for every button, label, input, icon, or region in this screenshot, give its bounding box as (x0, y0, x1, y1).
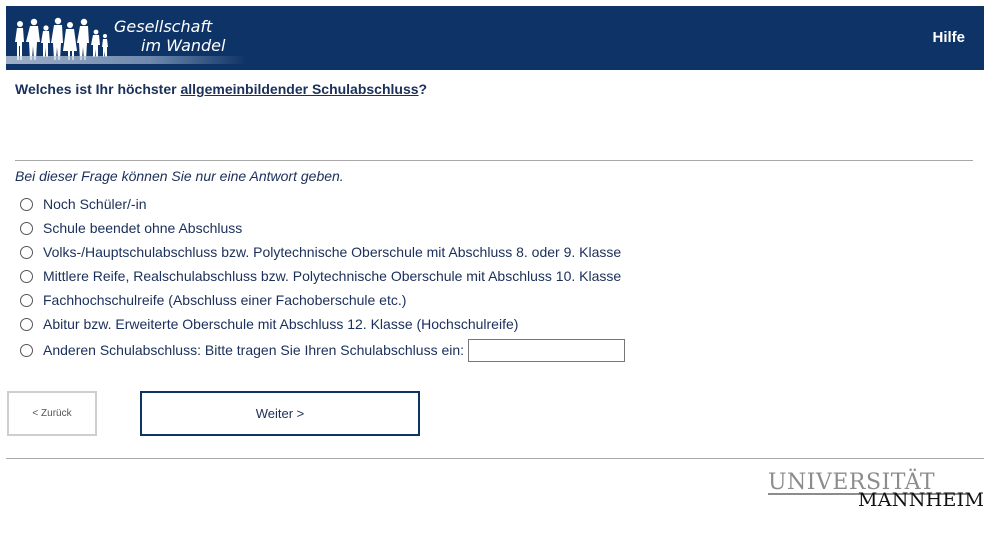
option-ohne-abschluss[interactable]: Schule beendet ohne Abschluss (20, 218, 242, 238)
logo-stripe (6, 56, 246, 64)
other-degree-input[interactable] (468, 338, 626, 362)
option-anderer-abschluss[interactable]: Anderen Schulabschluss: Bitte tragen Sie… (20, 338, 626, 362)
radio-button[interactable] (20, 343, 33, 357)
option-noch-schueler[interactable]: Noch Schüler/-in (20, 194, 147, 214)
logo-mannheim: MANNHEIM (858, 489, 985, 511)
option-label: Mittlere Reife, Realschulabschluss bzw. … (43, 268, 622, 284)
option-label: Volks-/Hauptschulabschluss bzw. Polytech… (43, 244, 622, 260)
radio-button[interactable] (20, 269, 33, 283)
radio-button[interactable] (20, 197, 33, 211)
question-suffix: ? (418, 81, 428, 97)
option-label: Abitur bzw. Erweiterte Oberschule mit Ab… (43, 316, 519, 332)
radio-button[interactable] (20, 317, 33, 331)
option-label: Fachhochschulreife (Abschluss einer Fach… (43, 292, 407, 308)
radio-button[interactable] (20, 245, 33, 259)
help-link[interactable]: Hilfe (932, 29, 965, 46)
university-mannheim-logo: UNIVERSITÄT MANNHEIM (768, 470, 984, 514)
survey-header: Gesellschaft im Wandel Hilfe (6, 6, 984, 70)
question-text: Welches ist Ihr höchster allgemeinbilden… (15, 81, 427, 97)
radio-button[interactable] (20, 221, 33, 235)
logo-line-1: Gesellschaft (114, 17, 213, 36)
answer-instruction: Bei dieser Frage können Sie nur eine Ant… (15, 168, 344, 184)
logo-line-2: im Wandel (141, 36, 226, 55)
option-abitur[interactable]: Abitur bzw. Erweiterte Oberschule mit Ab… (20, 314, 518, 334)
option-mittlere-reife[interactable]: Mittlere Reife, Realschulabschluss bzw. … (20, 266, 621, 286)
option-hauptschulabschluss[interactable]: Volks-/Hauptschulabschluss bzw. Polytech… (20, 242, 621, 262)
survey-logo-text: Gesellschaft im Wandel (114, 17, 225, 55)
question-prefix: Welches ist Ihr höchster (15, 81, 181, 97)
radio-button[interactable] (20, 293, 33, 307)
divider (15, 160, 973, 161)
back-button[interactable]: < Zurück (7, 391, 97, 436)
next-button[interactable]: Weiter > (140, 391, 420, 436)
question-term-link[interactable]: allgemeinbildender Schulabschluss (180, 81, 418, 97)
option-label: Noch Schüler/-in (43, 196, 147, 212)
option-fachhochschulreife[interactable]: Fachhochschulreife (Abschluss einer Fach… (20, 290, 406, 310)
footer-divider (6, 458, 984, 459)
option-label: Schule beendet ohne Abschluss (43, 220, 243, 236)
option-label: Anderen Schulabschluss: Bitte tragen Sie… (43, 342, 465, 358)
